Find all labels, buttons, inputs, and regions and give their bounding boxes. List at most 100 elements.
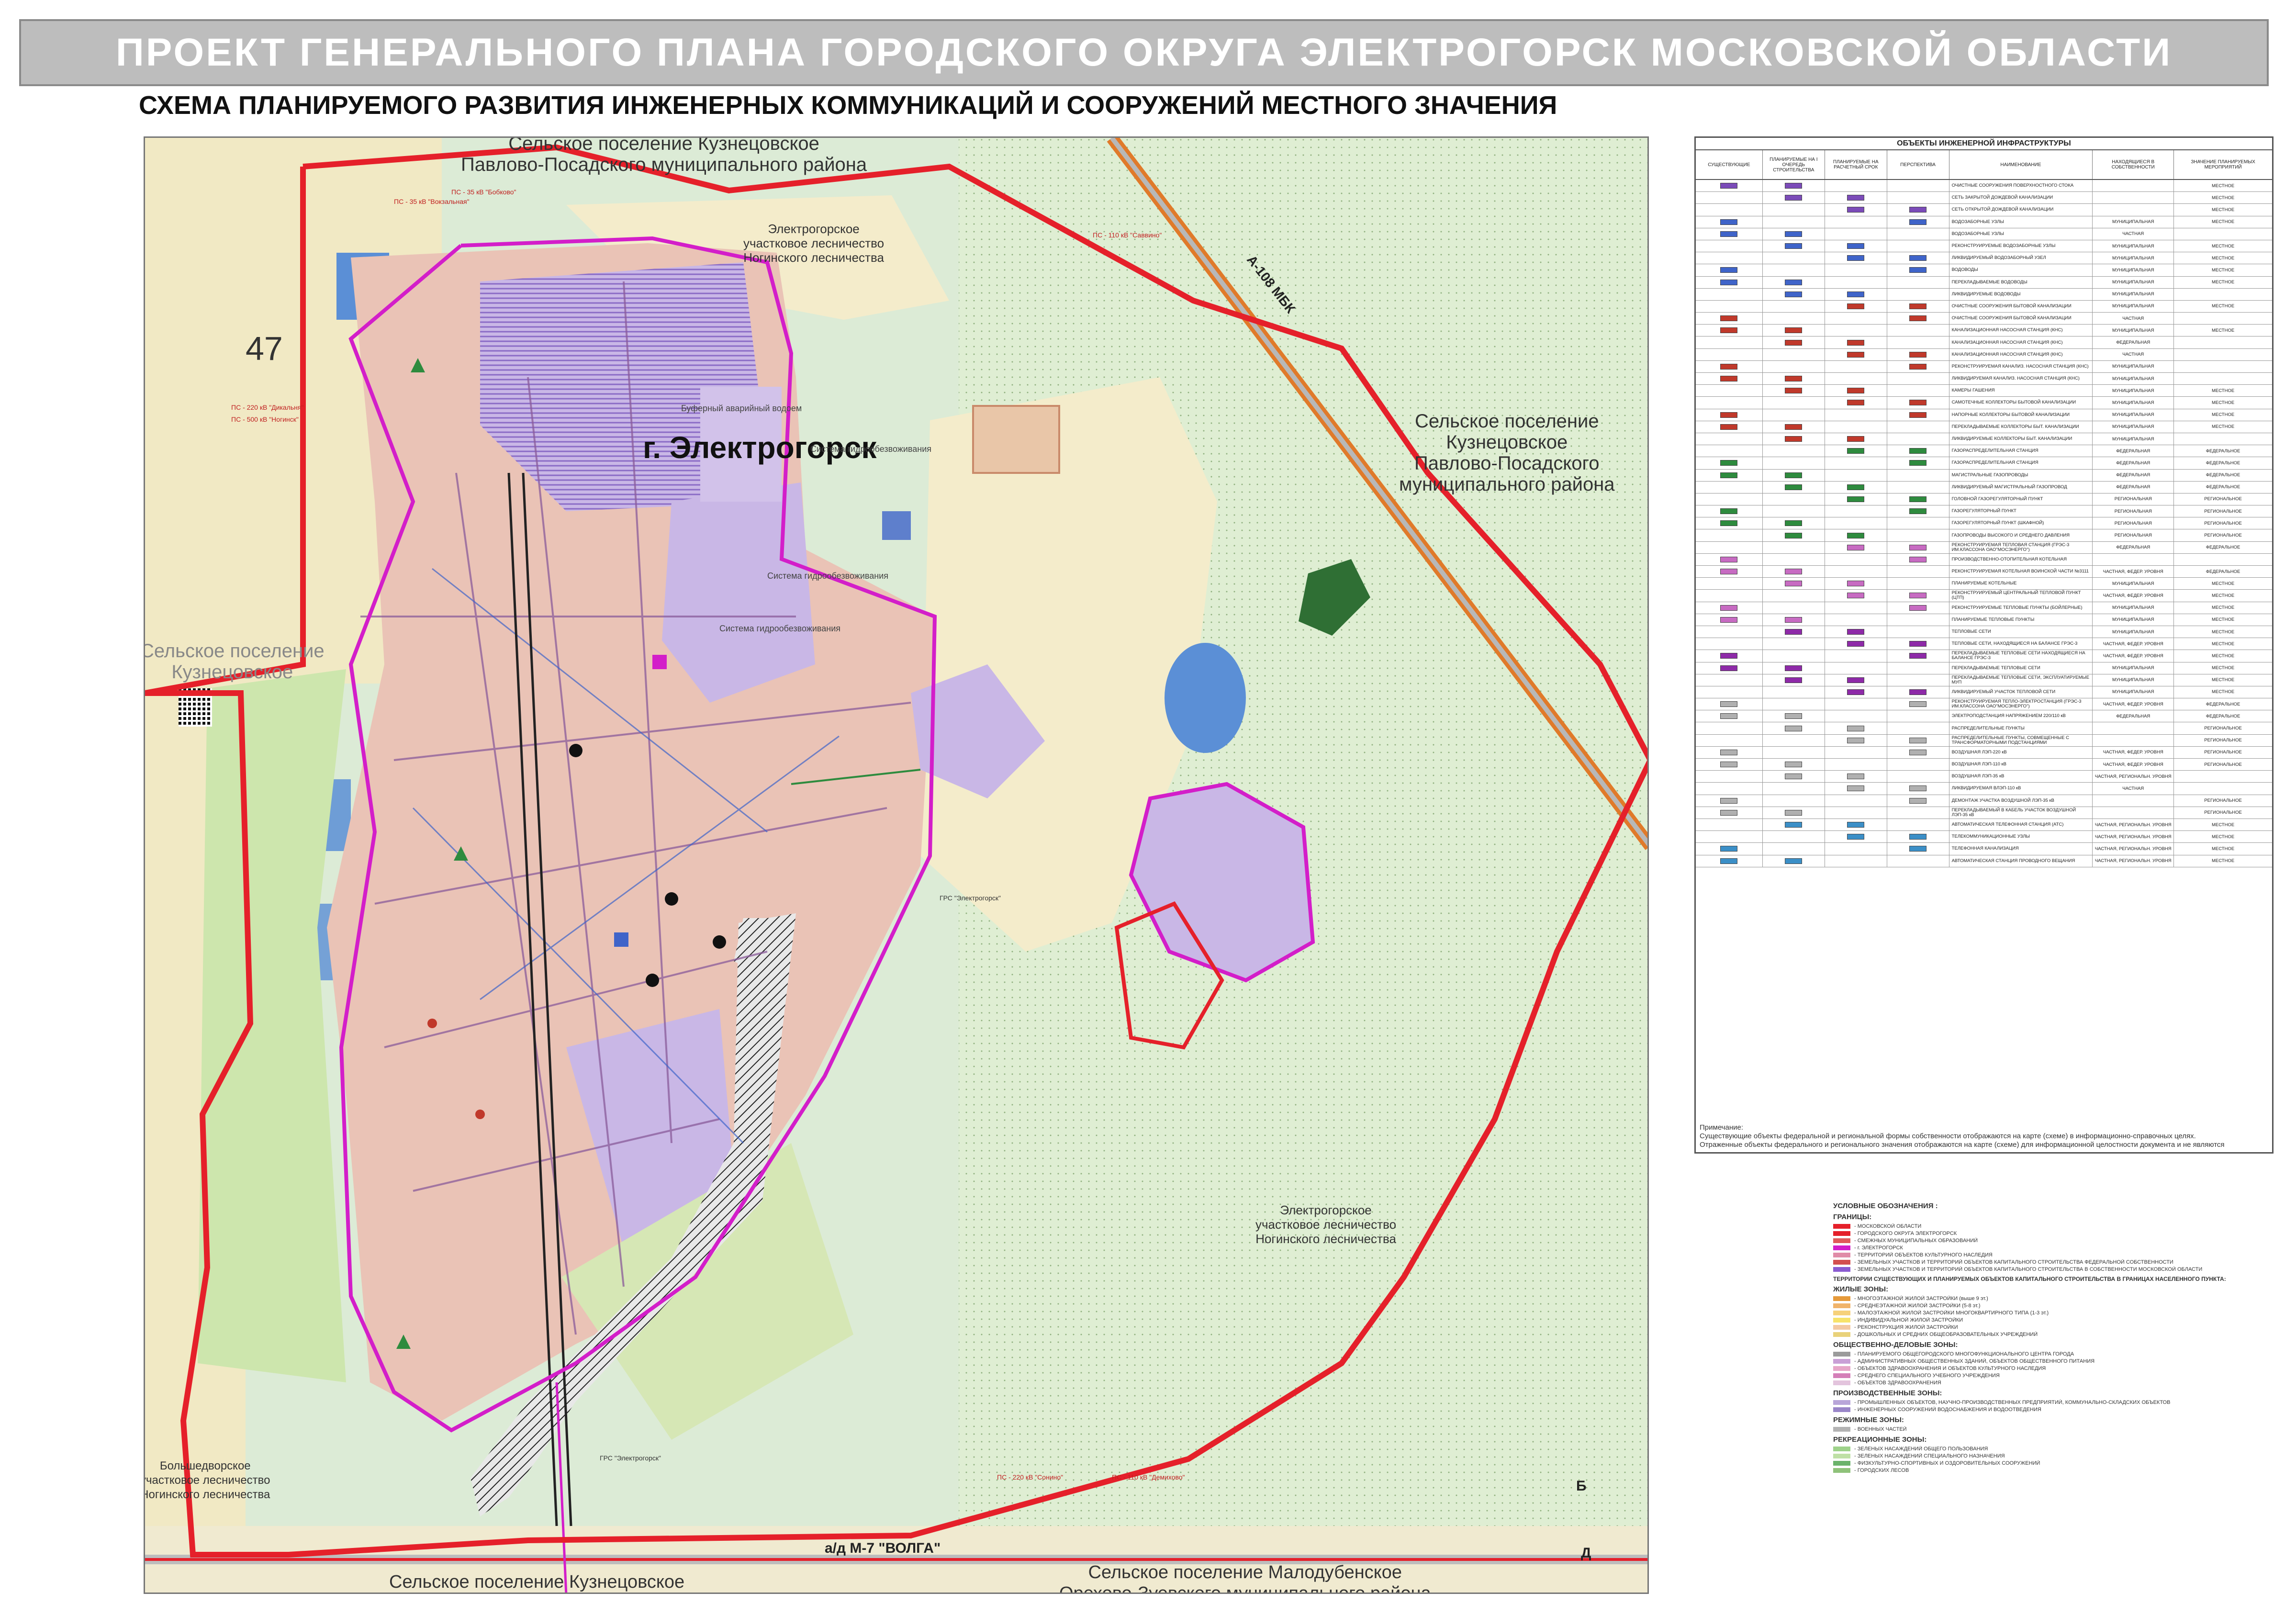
legend-symbol-perspective	[1887, 578, 1949, 590]
map-subtitle: СХЕМА ПЛАНИРУЕМОГО РАЗВИТИЯ ИНЖЕНЕРНЫХ К…	[139, 91, 1557, 120]
legend-symbol-existing	[1696, 517, 1763, 529]
water-east-lake	[1165, 643, 1246, 753]
legend-row: РАСПРЕДЕЛИТЕЛЬНЫЕ ПУНКТЫ РЕГИОНАЛЬНОЕ	[1696, 722, 2272, 735]
label-system-2: Система гидрообезвоживания	[767, 571, 889, 581]
label-grs-center: ГРС "Электрогорск"	[940, 894, 1001, 902]
legend-row: ПЛАНИРУЕМЫЕ ТЕПЛОВЫЕ ПУНКТЫ МУНИЦИПАЛЬНАЯ…	[1696, 614, 2272, 626]
convention-swatch	[1833, 1318, 1850, 1323]
legend-symbol-swatch	[1720, 267, 1738, 273]
legend-symbol-existing	[1696, 626, 1763, 638]
legend-row-name: ПЛАНИРУЕМЫЕ КОТЕЛЬНЫЕ	[1949, 578, 2093, 590]
convention-text: - ЗЕМЕЛЬНЫХ УЧАСТКОВ И ТЕРРИТОРИЙ ОБЪЕКТ…	[1854, 1259, 2173, 1265]
legend-symbol-existing	[1696, 457, 1763, 469]
legend-symbol-perspective	[1887, 638, 1949, 650]
legend-row-name: КАНАЛИЗАЦИОННАЯ НАСОСНАЯ СТАНЦИЯ (КНС)	[1949, 325, 2093, 336]
legend-symbol-existing	[1696, 360, 1763, 372]
legend-symbol-target	[1825, 313, 1887, 325]
legend-row-ownership: МУНИЦИПАЛЬНАЯ	[2093, 360, 2174, 372]
legend-row-significance: МЕСТНОЕ	[2211, 183, 2235, 189]
legend-row: СЕТЬ ОТКРЫТОЙ ДОЖДЕВОЙ КАНАЛИЗАЦИИ МЕСТНО…	[1696, 204, 2272, 216]
convention-text: - ИНДИВИДУАЛЬНОЙ ЖИЛОЙ ЗАСТРОЙКИ	[1854, 1317, 1963, 1323]
legend-row: ПРОИЗВОДСТВЕННО-ОТОПИТЕЛЬНАЯ КОТЕЛЬНАЯ	[1696, 553, 2272, 566]
legend-symbol-existing	[1696, 710, 1763, 722]
legend-symbol-stage1	[1763, 373, 1825, 385]
legend-symbol-swatch	[1847, 641, 1865, 647]
legend-col-existing: СУЩЕСТВУЮЩИЕ	[1696, 150, 1763, 179]
legend-row-ownership: МУНИЦИПАЛЬНАЯ	[2093, 662, 2174, 674]
legend-symbol-perspective	[1887, 795, 1949, 807]
legend-row: ГАЗОРАСПРЕДЕЛИТЕЛЬНАЯ СТАНЦИЯ ФЕДЕРАЛЬНАЯ…	[1696, 457, 2272, 470]
legend-symbol-perspective	[1887, 192, 1949, 204]
legend-symbol-perspective	[1887, 650, 1949, 662]
label-north-municipality: Сельское поселение Кузнецовское Павлово-…	[461, 138, 867, 175]
legend-row-ownership: ФЕДЕРАЛЬНАЯ	[2093, 445, 2174, 457]
legend-row-ownership: ФЕДЕРАЛЬНАЯ	[2093, 469, 2174, 481]
legend-row-significance	[2174, 361, 2272, 372]
label-forest-north-1: Электрогорское	[768, 222, 860, 236]
convention-text: - РЕКОНСТРУКЦИЯ ЖИЛОЙ ЗАСТРОЙКИ	[1854, 1324, 1958, 1330]
convention-text: - ГОРОДСКИХ ЛЕСОВ	[1854, 1468, 1909, 1473]
legend-row-significance	[2174, 783, 2272, 794]
legend-symbol-perspective	[1887, 409, 1949, 421]
legend-row-significance: МЕСТНОЕ	[2211, 267, 2235, 273]
conventions-territories-title: ТЕРРИТОРИИ СУЩЕСТВУЮЩИХ И ПЛАНИРУЕМЫХ ОБ…	[1833, 1276, 2226, 1282]
legend-row: РЕКОНСТРУИРУЕМАЯ КАНАЛИЗ. НАСОСНАЯ СТАНЦ…	[1696, 360, 2272, 373]
legend-symbol-stage1	[1763, 662, 1825, 674]
legend-row-significance: МЕСТНОЕ	[2211, 400, 2235, 405]
legend-symbol-stage1	[1763, 348, 1825, 360]
legend-row-ownership: РЕГИОНАЛЬНАЯ	[2093, 505, 2174, 517]
legend-symbol-swatch	[1720, 508, 1738, 515]
legend-row-significance: МЕСТНОЕ	[2211, 605, 2235, 611]
convention-swatch	[1833, 1427, 1850, 1432]
legend-symbol-target	[1825, 566, 1887, 578]
legend-symbol-swatch	[1720, 327, 1738, 334]
legend-symbol-swatch	[1909, 846, 1927, 852]
legend-row-name: РАСПРЕДЕЛИТЕЛЬНЫЕ ПУНКТЫ	[1949, 722, 2093, 734]
legend-row-significance: РЕГИОНАЛЬНОЕ	[2204, 798, 2242, 804]
convention-text: - МНОГОЭТАЖНОЙ ЖИЛОЙ ЗАСТРОЙКИ (выше 9 э…	[1854, 1296, 1988, 1301]
convention-swatch	[1833, 1311, 1850, 1315]
legend-row-ownership	[2093, 807, 2174, 819]
legend-row-name: ВОДОВОДЫ	[1949, 264, 2093, 276]
legend-row-significance: МЕСТНОЕ	[2211, 689, 2235, 695]
legend-symbol-existing	[1696, 481, 1763, 493]
convention-item: - ИНДИВИДУАЛЬНОЙ ЖИЛОЙ ЗАСТРОЙКИ	[1833, 1317, 2274, 1323]
legend-symbol-perspective	[1887, 517, 1949, 529]
legend-row-ownership: ЧАСТНАЯ, РЕГИОНАЛЬН. УРОВНЯ	[2093, 819, 2174, 831]
legend-row-significance: МЕСТНОЕ	[2211, 846, 2235, 852]
legend-symbol-stage1	[1763, 566, 1825, 578]
convention-item: - ЗЕМЕЛЬНЫХ УЧАСТКОВ И ТЕРРИТОРИЙ ОБЪЕКТ…	[1833, 1259, 2274, 1266]
legend-symbol-target	[1825, 445, 1887, 457]
legend-row-significance: МЕСТНОЕ	[2211, 424, 2235, 430]
legend-symbol-stage1	[1763, 336, 1825, 348]
map-panel[interactable]: Сельское поселение Кузнецовское Павлово-…	[144, 136, 1649, 1594]
legend-symbol-stage1	[1763, 795, 1825, 807]
legend-symbol-swatch	[1720, 556, 1738, 562]
legend-symbol-swatch	[1909, 689, 1927, 695]
legend-symbol-swatch	[1720, 183, 1738, 189]
legend-row-significance: РЕГИОНАЛЬНОЕ	[2204, 750, 2242, 755]
legend-symbol-stage1	[1763, 300, 1825, 313]
legend-symbol-perspective	[1887, 264, 1949, 276]
legend-row: ТЕПЛОВЫЕ СЕТИ МУНИЦИПАЛЬНАЯ МЕСТНОЕ	[1696, 626, 2272, 639]
legend-symbol-swatch	[1847, 785, 1865, 792]
legend-symbol-perspective	[1887, 360, 1949, 372]
legend-row-ownership: МУНИЦИПАЛЬНАЯ	[2093, 614, 2174, 626]
convention-item: - ДОШКОЛЬНЫХ И СРЕДНИХ ОБЩЕОБРАЗОВАТЕЛЬН…	[1833, 1331, 2274, 1338]
legend-row-ownership: ЧАСТНАЯ, ФЕДЕР. УРОВНЯ	[2093, 746, 2174, 758]
legend-row-ownership	[2093, 722, 2174, 734]
legend-symbol-perspective	[1887, 855, 1949, 867]
legend-row-significance: МЕСТНОЕ	[2211, 280, 2235, 285]
legend-row-significance: ФЕДЕРАЛЬНОЕ	[2206, 545, 2240, 550]
legend-symbol-swatch	[1909, 460, 1927, 466]
convention-swatch	[1833, 1325, 1850, 1330]
legend-symbol-perspective	[1887, 602, 1949, 614]
legend-row: ЛИКВИДИРУЕМЫЕ ВОДОВОДЫ МУНИЦИПАЛЬНАЯ	[1696, 288, 2272, 301]
legend-symbol-swatch	[1847, 544, 1865, 550]
legend-row-ownership: МУНИЦИПАЛЬНАЯ	[2093, 300, 2174, 313]
legend-row-significance: МЕСТНОЕ	[2211, 629, 2235, 635]
legend-symbol-swatch	[1720, 858, 1738, 864]
legend-col-stage1: ПЛАНИРУЕМЫЕ НА I ОЧЕРЕДЬ СТРОИТЕЛЬСТВА	[1763, 150, 1825, 179]
legend-symbol-perspective	[1887, 662, 1949, 674]
legend-symbol-swatch	[1909, 641, 1927, 647]
